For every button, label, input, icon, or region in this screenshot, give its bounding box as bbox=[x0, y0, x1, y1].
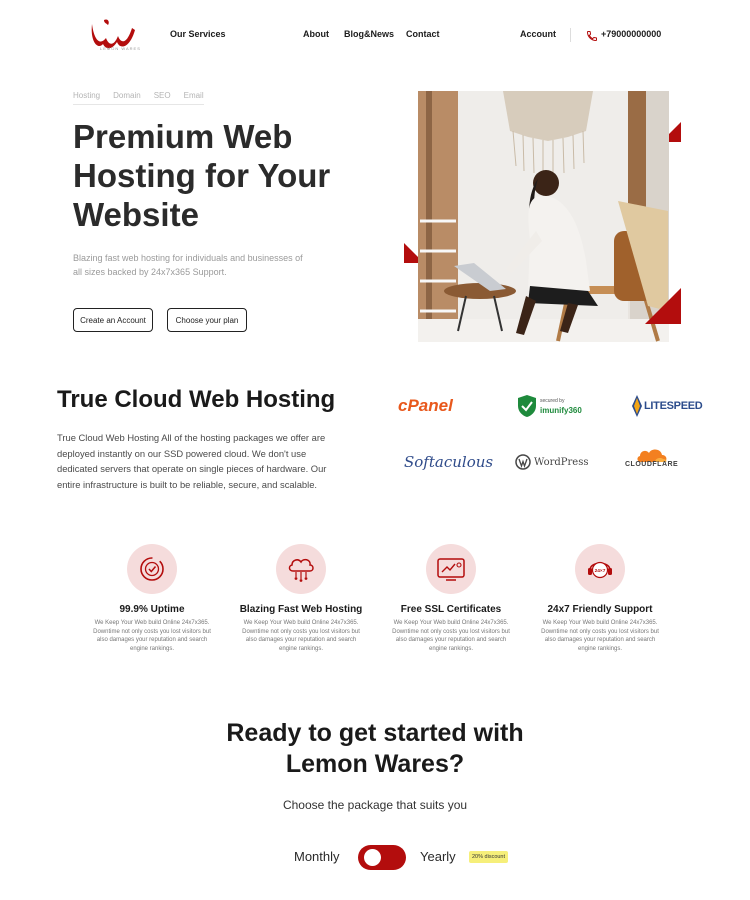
tab-seo[interactable]: SEO bbox=[154, 91, 171, 100]
feature-description: We Keep Your Web build Online 24x7x365. … bbox=[93, 620, 211, 652]
nav-our-services[interactable]: Our Services bbox=[170, 29, 226, 39]
feature-fast-hosting: Blazing Fast Web Hosting We Keep Your We… bbox=[231, 544, 371, 653]
cloud-section-body: True Cloud Web Hosting All of the hostin… bbox=[57, 432, 327, 490]
decor-triangle-bottom-right bbox=[645, 288, 681, 324]
feature-title: Free SSL Certificates bbox=[400, 604, 502, 615]
feature-description: We Keep Your Web build Online 24x7x365. … bbox=[541, 620, 659, 652]
cloudflare-logo: CLOUDFLARE bbox=[625, 447, 678, 477]
litespeed-icon bbox=[632, 395, 642, 417]
support-headset-icon: 24×7 bbox=[575, 544, 625, 594]
feature-title: 99.9% Uptime bbox=[119, 604, 185, 615]
tab-domain[interactable]: Domain bbox=[113, 91, 141, 100]
site-header: LEMON WARES Our Services About Blog&News… bbox=[0, 0, 750, 70]
cloud-section-title: True Cloud Web Hosting bbox=[57, 386, 336, 413]
phone-icon bbox=[586, 29, 598, 42]
feature-description: We Keep Your Web build Online 24x7x365. … bbox=[392, 620, 510, 652]
nav-account[interactable]: Account bbox=[520, 29, 556, 39]
hero-subtitle: Blazing fast web hosting for individuals… bbox=[73, 253, 303, 277]
feature-uptime: 99.9% Uptime We Keep Your Web build Onli… bbox=[82, 544, 222, 653]
billing-monthly-label[interactable]: Monthly bbox=[294, 849, 340, 864]
feature-ssl: Free SSL Certificates We Keep Your Web b… bbox=[381, 544, 521, 653]
litespeed-logo: LITESPEED bbox=[632, 391, 703, 421]
wordpress-logo: WordPress bbox=[515, 447, 589, 477]
wordpress-icon bbox=[515, 454, 531, 470]
cloud-server-icon bbox=[276, 544, 326, 594]
nav-about[interactable]: About bbox=[303, 29, 329, 39]
create-account-button[interactable]: Create an Account bbox=[73, 308, 153, 332]
feature-title: Blazing Fast Web Hosting bbox=[239, 604, 363, 615]
discount-badge: 20% discount bbox=[469, 851, 509, 863]
nav-blog-news[interactable]: Blog&News bbox=[344, 29, 394, 39]
header-divider bbox=[570, 28, 571, 42]
phone-number[interactable]: +79000000000 bbox=[601, 29, 661, 39]
hero-service-tabs: Hosting Domain SEO Email bbox=[73, 91, 204, 105]
pricing-title: Ready to get started with Lemon Wares? bbox=[226, 719, 524, 778]
brand-logo[interactable]: LEMON WARES bbox=[90, 16, 142, 52]
feature-description: We Keep Your Web build Online 24x7x365. … bbox=[242, 620, 360, 652]
tab-hosting[interactable]: Hosting bbox=[73, 91, 100, 100]
imunify360-logo: secured by imunify360 bbox=[517, 391, 582, 421]
hero-photo bbox=[418, 91, 669, 342]
logo-text: LEMON WARES bbox=[100, 46, 141, 51]
billing-yearly-label[interactable]: Yearly bbox=[420, 849, 456, 864]
choose-plan-button[interactable]: Choose your plan bbox=[167, 308, 247, 332]
ssl-certificate-icon bbox=[426, 544, 476, 594]
feature-support: 24×7 24x7 Friendly Support We Keep Your … bbox=[530, 544, 670, 653]
pricing-subtitle: Choose the package that suits you bbox=[282, 798, 468, 812]
feature-title: 24x7 Friendly Support bbox=[547, 604, 653, 615]
toggle-knob bbox=[364, 849, 381, 866]
hero-title: Premium Web Hosting for Your Website bbox=[73, 118, 331, 233]
tab-email[interactable]: Email bbox=[184, 91, 204, 100]
nav-contact[interactable]: Contact bbox=[406, 29, 440, 39]
billing-period-toggle[interactable] bbox=[358, 845, 406, 870]
cpanel-logo: cPanel bbox=[398, 396, 453, 415]
uptime-icon bbox=[127, 544, 177, 594]
shield-icon bbox=[518, 395, 536, 417]
softaculous-logo: Softaculous bbox=[404, 453, 494, 471]
svg-text:24×7: 24×7 bbox=[595, 568, 606, 574]
